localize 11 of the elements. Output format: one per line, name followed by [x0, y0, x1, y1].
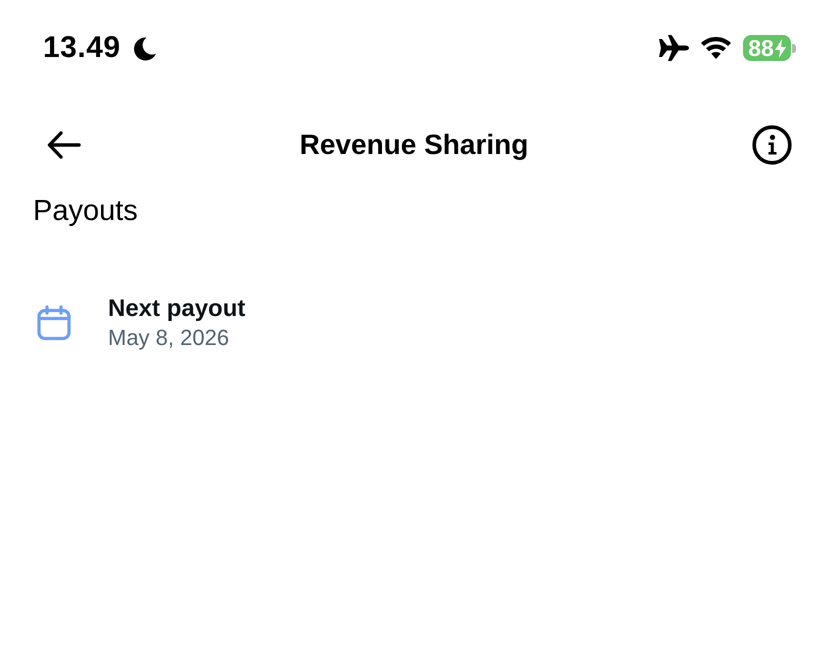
- item-title: Next payout: [108, 294, 246, 324]
- info-icon: [752, 125, 792, 165]
- battery-percent: 88: [748, 36, 774, 60]
- section-title: Payouts: [33, 197, 138, 226]
- wifi-icon: [701, 37, 731, 59]
- item-subtitle: May 8, 2026: [108, 324, 230, 352]
- back-arrow-icon: [47, 131, 81, 159]
- status-time: 13.49: [43, 33, 121, 63]
- info-button[interactable]: [751, 124, 793, 166]
- page-title: Revenue Sharing: [300, 131, 528, 159]
- calendar-icon: [36, 305, 72, 341]
